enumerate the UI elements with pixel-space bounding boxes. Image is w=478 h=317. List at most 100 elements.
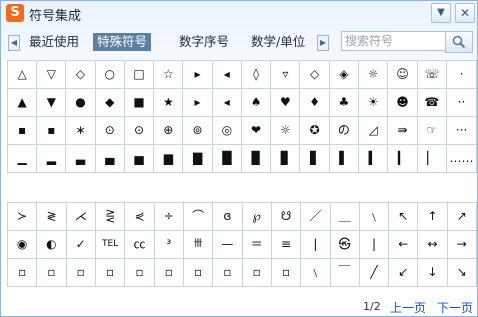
symbol-cell[interactable]: ￣ (329, 258, 360, 287)
tab-recent[interactable]: 最近使用 (25, 33, 83, 51)
symbol-cell[interactable]: ▋ (299, 144, 330, 173)
symbol-cell[interactable]: ＿ (329, 202, 360, 231)
symbol-cell[interactable]: ▎ (387, 144, 418, 173)
symbol-cell[interactable]: ╱ (358, 258, 390, 287)
prev-page-link[interactable]: 上一页 (390, 299, 426, 316)
symbol-cell[interactable]: ← (388, 230, 419, 259)
symbol-cell[interactable]: ▪ (6, 116, 38, 145)
symbol-cell[interactable]: ▫ (65, 258, 96, 287)
symbol-cell[interactable]: ▂ (36, 144, 67, 173)
symbol-cell[interactable]: ☎ (416, 88, 448, 117)
symbol-cell[interactable]: ﹨ (300, 258, 331, 287)
tab-math-units[interactable]: 数学/单位 (247, 33, 309, 51)
symbol-cell[interactable]: ⋞ (124, 202, 155, 231)
symbol-cell[interactable]: ▉ (240, 144, 272, 173)
title-bar[interactable]: S 符号集成 ▼ ✕ (1, 1, 477, 27)
search-button[interactable] (445, 31, 473, 53)
symbol-cell[interactable]: ■ (123, 88, 155, 117)
symbol-cell[interactable]: ▫ (94, 258, 126, 287)
symbol-cell[interactable]: △ (6, 60, 38, 89)
symbol-cell[interactable]: ／ (300, 202, 331, 231)
symbol-cell[interactable]: …… (446, 144, 477, 173)
symbol-cell[interactable]: ☼ (270, 116, 301, 145)
symbol-cell[interactable]: ☻ (387, 88, 418, 117)
minimize-button[interactable]: ▼ (431, 3, 451, 23)
symbol-cell[interactable]: ◇ (299, 60, 330, 89)
symbol-cell[interactable]: ◎ (211, 116, 242, 145)
symbol-cell[interactable]: ▫ (212, 258, 243, 287)
symbol-cell[interactable]: ▁ (6, 144, 38, 173)
symbol-cell[interactable]: ▃ (65, 144, 96, 173)
symbol-cell[interactable]: → (446, 230, 478, 259)
symbol-cell[interactable]: ☺ (387, 60, 418, 89)
symbol-cell[interactable]: TEL (94, 230, 126, 259)
symbol-cell[interactable]: ³ (153, 230, 184, 259)
symbol-cell[interactable]: ▫ (153, 258, 184, 287)
symbol-cell[interactable]: ★ (153, 88, 184, 117)
symbol-cell[interactable]: ⊚ (182, 116, 213, 145)
symbol-cell[interactable]: ◂ (211, 60, 242, 89)
symbol-cell[interactable]: ℘ (241, 202, 272, 231)
symbol-cell[interactable]: ﹨ (358, 202, 390, 231)
symbol-cell[interactable]: ☼ (358, 60, 389, 89)
symbol-cell[interactable]: ▫ (182, 258, 214, 287)
symbol-cell[interactable]: ↔ (417, 230, 448, 259)
symbol-cell[interactable]: ㉿ (329, 230, 360, 259)
symbol-cell[interactable]: ↑ (417, 202, 448, 231)
symbol-cell[interactable]: ↗ (446, 202, 478, 231)
symbol-cell[interactable]: ☆ (153, 60, 184, 89)
symbol-cell[interactable]: ·· (446, 88, 477, 117)
symbol-cell[interactable]: ▌ (328, 144, 360, 173)
symbol-cell[interactable]: | (358, 230, 390, 259)
symbol-cell[interactable]: ＝ (241, 230, 272, 259)
symbol-cell[interactable]: ▊ (270, 144, 301, 173)
symbol-cell[interactable]: ▇ (182, 144, 213, 173)
symbol-cell[interactable]: ◆ (94, 88, 125, 117)
symbol-cell[interactable]: ↘ (446, 258, 478, 287)
symbol-cell[interactable]: ▫ (270, 258, 302, 287)
next-page-link[interactable]: 下一页 (437, 299, 473, 316)
symbol-cell[interactable]: ✪ (299, 116, 330, 145)
symbol-cell[interactable]: █ (211, 144, 242, 173)
symbol-cell[interactable]: ☋ (270, 202, 302, 231)
symbol-cell[interactable]: ⊕ (153, 116, 184, 145)
symbol-cell[interactable]: ♦ (299, 88, 330, 117)
symbol-cell[interactable]: ▫ (124, 258, 155, 287)
symbol-cell[interactable]: ◈ (328, 60, 360, 89)
symbol-cell[interactable]: ● (65, 88, 96, 117)
symbol-cell[interactable]: ▅ (123, 144, 155, 173)
symbol-cell[interactable]: 卌 (182, 230, 214, 259)
symbol-cell[interactable]: ▫ (241, 258, 272, 287)
symbol-cell[interactable]: ▸ (182, 60, 213, 89)
symbol-cell[interactable]: ☞ (416, 116, 448, 145)
symbol-cell[interactable]: ⊙ (94, 116, 125, 145)
symbol-cell[interactable]: ≻ (6, 202, 38, 231)
symbol-cell[interactable]: ≡ (270, 230, 302, 259)
symbol-cell[interactable]: ◉ (6, 230, 38, 259)
symbol-cell[interactable]: ○ (94, 60, 125, 89)
symbol-cell[interactable]: の (328, 116, 360, 145)
close-button[interactable]: ✕ (455, 3, 475, 23)
symbol-cell[interactable]: □ (123, 60, 155, 89)
tab-special-symbols[interactable]: 特殊符号 (93, 33, 152, 51)
symbol-cell[interactable]: ▽ (36, 60, 67, 89)
symbol-cell[interactable]: ❤ (240, 116, 272, 145)
symbol-cell[interactable]: ÷ (153, 202, 184, 231)
symbol-cell[interactable]: ɞ (212, 202, 243, 231)
symbol-cell[interactable]: ㏄ (124, 230, 155, 259)
symbol-cell[interactable]: ⊙ (123, 116, 155, 145)
symbol-cell[interactable]: ▄ (94, 144, 125, 173)
symbol-cell[interactable]: ⋛ (94, 202, 126, 231)
symbol-cell[interactable]: ↓ (417, 258, 448, 287)
symbol-cell[interactable]: ◐ (36, 230, 67, 259)
symbol-cell[interactable]: ▍ (358, 144, 389, 173)
symbol-cell[interactable]: ◂ (211, 88, 242, 117)
symbol-cell[interactable]: ▏ (416, 144, 448, 173)
symbol-cell[interactable]: ↙ (388, 258, 419, 287)
symbol-cell[interactable]: ♣ (328, 88, 360, 117)
symbol-cell[interactable]: ⌒ (182, 202, 214, 231)
symbol-cell[interactable]: ⋌ (65, 202, 96, 231)
search-input[interactable]: 搜索符号 (341, 31, 446, 51)
symbol-cell[interactable]: ◊ (240, 60, 272, 89)
symbol-cell[interactable]: ↖ (388, 202, 419, 231)
